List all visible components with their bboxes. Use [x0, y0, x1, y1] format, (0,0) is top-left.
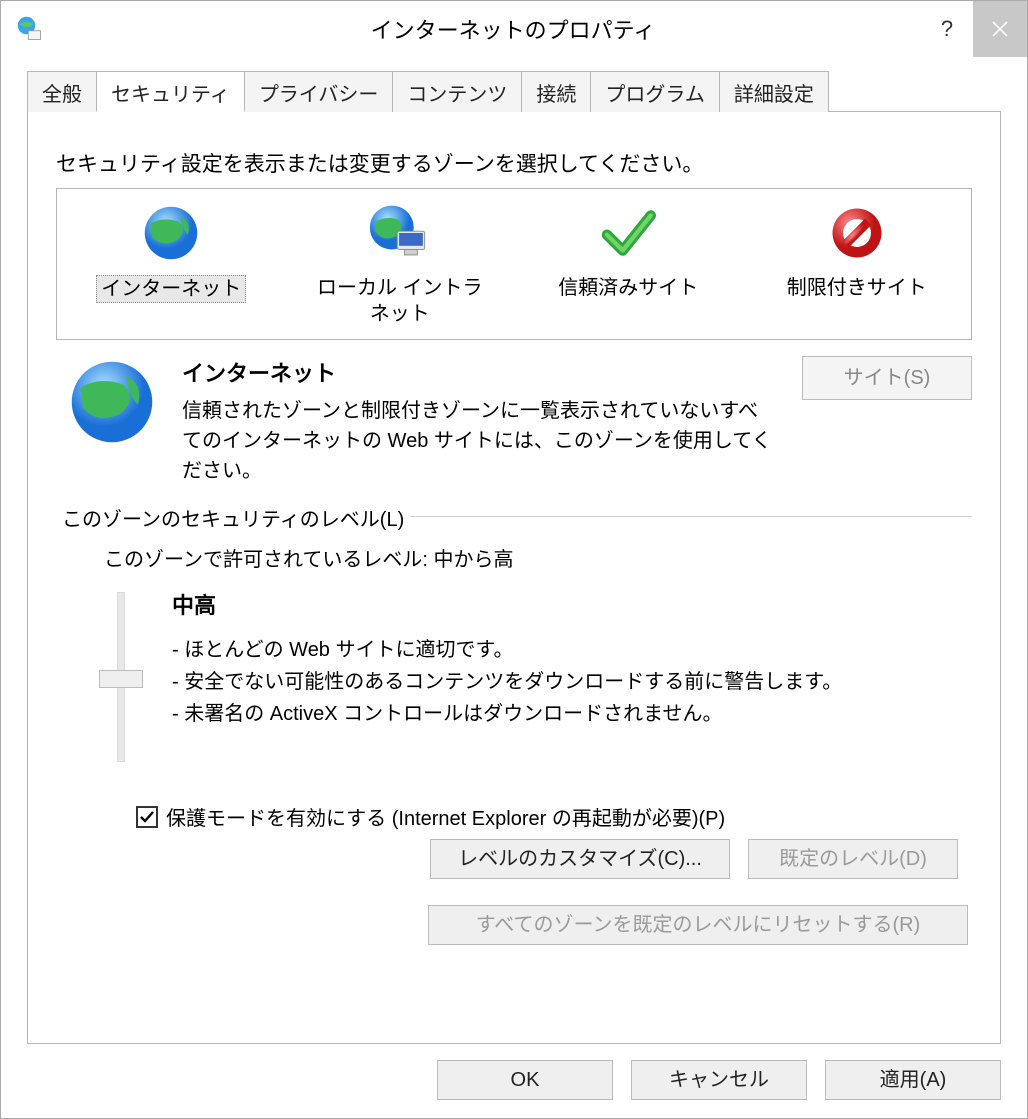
default-level-button: 既定のレベル(D) — [748, 839, 958, 879]
close-button[interactable] — [973, 1, 1027, 57]
internet-options-icon — [15, 14, 45, 44]
security-level-group: このゾーンのセキュリティのレベル(L) このゾーンで許可されているレベル: 中か… — [56, 516, 972, 895]
security-panel: セキュリティ設定を表示または変更するゾーンを選択してください。 インターネット — [27, 111, 1001, 1044]
zone-description-row: インターネット 信頼されたゾーンと制限付きゾーンに一覧表示されていないすべてのイ… — [66, 356, 972, 486]
zone-label: インターネット — [96, 275, 246, 303]
prohibited-icon — [825, 201, 889, 265]
active-zone-description: 信頼されたゾーンと制限付きゾーンに一覧表示されていないすべてのインターネットの … — [182, 396, 774, 486]
security-level-slider[interactable] — [94, 592, 148, 782]
tab-security[interactable]: セキュリティ — [96, 71, 245, 112]
security-level-legend: このゾーンのセキュリティのレベル(L) — [56, 503, 410, 532]
zone-internet[interactable]: インターネット — [71, 197, 271, 331]
zone-selector: インターネット ローカル イントラネット — [56, 188, 972, 340]
checkbox-icon — [136, 806, 158, 828]
sites-button: サイト(S) — [802, 356, 972, 400]
protected-mode-label: 保護モードを有効にする (Internet Explorer の再起動が必要)(… — [166, 802, 725, 831]
globe-icon — [66, 356, 162, 452]
zone-label: 制限付きサイト — [783, 275, 931, 301]
zone-label: 信頼済みサイト — [554, 275, 702, 301]
tab-general[interactable]: 全般 — [27, 71, 97, 112]
tab-connections[interactable]: 接続 — [521, 71, 591, 112]
level-bullet: - 安全でない可能性のあるコンテンツをダウンロードする前に警告します。 — [172, 666, 842, 698]
window-title: インターネットのプロパティ — [45, 13, 921, 45]
titlebar: インターネットのプロパティ ? — [1, 1, 1027, 57]
zone-restricted[interactable]: 制限付きサイト — [757, 197, 957, 331]
protected-mode-checkbox[interactable]: 保護モードを有効にする (Internet Explorer の再起動が必要)(… — [136, 802, 962, 831]
ok-button[interactable]: OK — [437, 1060, 613, 1100]
tabbar: 全般 セキュリティ プライバシー コンテンツ 接続 プログラム 詳細設定 — [27, 71, 1027, 112]
zone-instruction: セキュリティ設定を表示または変更するゾーンを選択してください。 — [56, 148, 972, 178]
zone-local-intranet[interactable]: ローカル イントラネット — [300, 197, 500, 331]
allowed-levels-label: このゾーンで許可されているレベル: 中から高 — [104, 543, 962, 572]
current-level-name: 中高 — [172, 588, 842, 620]
apply-button[interactable]: 適用(A) — [825, 1060, 1001, 1100]
tab-programs[interactable]: プログラム — [590, 71, 719, 112]
checkmark-icon — [596, 201, 660, 265]
cancel-button[interactable]: キャンセル — [631, 1060, 807, 1100]
level-bullet: - 未署名の ActiveX コントロールはダウンロードされません。 — [172, 698, 842, 730]
tab-privacy[interactable]: プライバシー — [244, 71, 394, 112]
tab-content[interactable]: コンテンツ — [392, 71, 522, 112]
zone-trusted[interactable]: 信頼済みサイト — [528, 197, 728, 331]
customize-level-button[interactable]: レベルのカスタマイズ(C)... — [430, 839, 730, 879]
active-zone-name: インターネット — [182, 356, 774, 388]
dialog-button-row: OK キャンセル 適用(A) — [1, 1044, 1027, 1118]
reset-all-zones-button: すべてのゾーンを既定のレベルにリセットする(R) — [428, 905, 968, 945]
globe-icon — [139, 201, 203, 265]
level-bullet: - ほとんどの Web サイトに適切です。 — [172, 634, 842, 666]
globe-monitor-icon — [368, 201, 432, 265]
tab-advanced[interactable]: 詳細設定 — [719, 71, 829, 112]
zone-label: ローカル イントラネット — [304, 275, 496, 327]
help-button[interactable]: ? — [921, 1, 973, 57]
